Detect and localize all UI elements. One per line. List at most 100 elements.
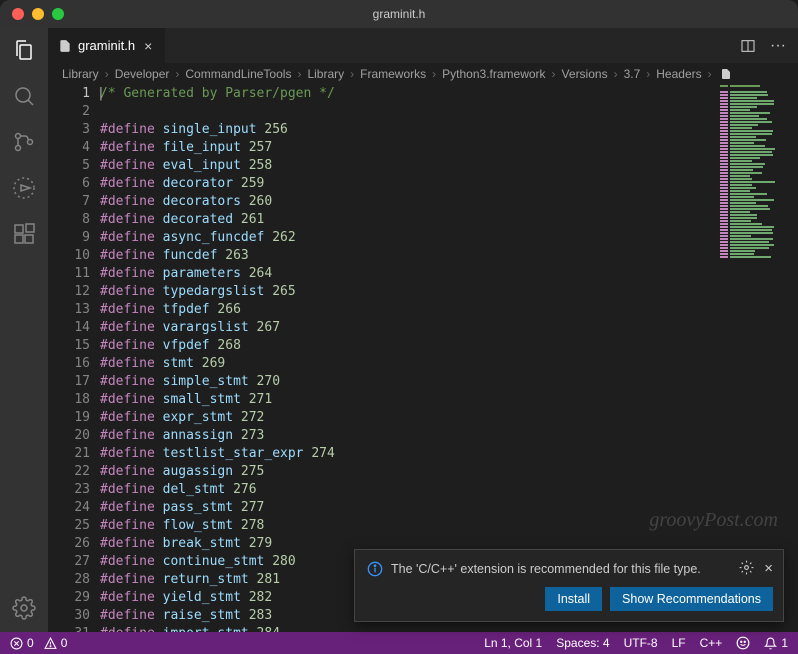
- code-line[interactable]: [100, 103, 798, 121]
- tab-filename: graminit.h: [78, 38, 135, 53]
- more-actions-icon[interactable]: ···: [770, 38, 786, 54]
- debug-icon[interactable]: [12, 176, 36, 200]
- code-line[interactable]: #define del_stmt 276: [100, 481, 798, 499]
- breadcrumb-segment[interactable]: Versions: [562, 67, 608, 81]
- breadcrumb-segment[interactable]: Developer: [115, 67, 170, 81]
- line-number: 25: [48, 517, 90, 535]
- code-line[interactable]: #define augassign 275: [100, 463, 798, 481]
- chevron-right-icon: ›: [105, 67, 109, 81]
- code-line[interactable]: #define import_stmt 284: [100, 625, 798, 632]
- close-tab-icon[interactable]: ×: [141, 38, 155, 54]
- code-line[interactable]: #define simple_stmt 270: [100, 373, 798, 391]
- status-language[interactable]: C++: [700, 636, 723, 650]
- minimap[interactable]: [718, 85, 798, 260]
- code-line[interactable]: #define flow_stmt 278: [100, 517, 798, 535]
- code-line[interactable]: #define vfpdef 268: [100, 337, 798, 355]
- status-cursor[interactable]: Ln 1, Col 1: [484, 636, 542, 650]
- breadcrumb-segment[interactable]: Headers: [656, 67, 701, 81]
- code-line[interactable]: #define stmt 269: [100, 355, 798, 373]
- chevron-right-icon: ›: [646, 67, 650, 81]
- code-line[interactable]: #define annassign 273: [100, 427, 798, 445]
- code-line[interactable]: #define typedargslist 265: [100, 283, 798, 301]
- line-number: 6: [48, 175, 90, 193]
- code-line[interactable]: #define tfpdef 266: [100, 301, 798, 319]
- code-line[interactable]: #define single_input 256: [100, 121, 798, 139]
- line-number: 22: [48, 463, 90, 481]
- code-line[interactable]: #define parameters 264: [100, 265, 798, 283]
- window-controls: [0, 8, 64, 20]
- explorer-icon[interactable]: [12, 38, 36, 62]
- code-line[interactable]: #define decorated 261: [100, 211, 798, 229]
- tab-actions: ···: [740, 28, 798, 63]
- line-number: 29: [48, 589, 90, 607]
- line-number: 14: [48, 319, 90, 337]
- breadcrumb-segment[interactable]: Python3.framework: [442, 67, 545, 81]
- code-line[interactable]: #define decorators 260: [100, 193, 798, 211]
- notification-close-icon[interactable]: ×: [764, 560, 773, 577]
- code-line[interactable]: #define testlist_star_expr 274: [100, 445, 798, 463]
- line-number: 26: [48, 535, 90, 553]
- chevron-right-icon: ›: [614, 67, 618, 81]
- code-line[interactable]: #define funcdef 263: [100, 247, 798, 265]
- breadcrumb-segment[interactable]: CommandLineTools: [185, 67, 291, 81]
- line-number: 5: [48, 157, 90, 175]
- show-recommendations-button[interactable]: Show Recommendations: [610, 587, 773, 611]
- chevron-right-icon: ›: [552, 67, 556, 81]
- code-line[interactable]: /* Generated by Parser/pgen */: [100, 85, 798, 103]
- line-number: 31: [48, 625, 90, 632]
- line-number: 1: [48, 85, 90, 103]
- status-encoding[interactable]: UTF-8: [624, 636, 658, 650]
- activity-bar: [0, 28, 48, 632]
- line-number: 17: [48, 373, 90, 391]
- code-line[interactable]: #define varargslist 267: [100, 319, 798, 337]
- install-button[interactable]: Install: [545, 587, 602, 611]
- line-number: 20: [48, 427, 90, 445]
- code-line[interactable]: #define eval_input 258: [100, 157, 798, 175]
- minimize-window-button[interactable]: [32, 8, 44, 20]
- line-number: 9: [48, 229, 90, 247]
- breadcrumb: Library › Developer › CommandLineTools › Libra…: [48, 63, 798, 85]
- line-number: 27: [48, 553, 90, 571]
- info-icon: [367, 561, 383, 577]
- line-gutter: 1234567891011121314151617181920212223242…: [48, 85, 100, 632]
- breadcrumb-segment[interactable]: 3.7: [624, 67, 641, 81]
- line-number: 23: [48, 481, 90, 499]
- window-title: graminit.h: [373, 7, 426, 21]
- line-number: 21: [48, 445, 90, 463]
- status-spaces[interactable]: Spaces: 4: [556, 636, 609, 650]
- tab-graminit[interactable]: graminit.h ×: [48, 28, 166, 63]
- settings-gear-icon[interactable]: [12, 596, 36, 620]
- code-line[interactable]: #define expr_stmt 272: [100, 409, 798, 427]
- status-eol[interactable]: LF: [672, 636, 686, 650]
- status-notifications-icon[interactable]: 1: [764, 636, 788, 650]
- search-icon[interactable]: [12, 84, 36, 108]
- code-line[interactable]: #define small_stmt 271: [100, 391, 798, 409]
- status-feedback-icon[interactable]: [736, 636, 750, 650]
- line-number: 15: [48, 337, 90, 355]
- code-line[interactable]: #define decorator 259: [100, 175, 798, 193]
- line-number: 7: [48, 193, 90, 211]
- breadcrumb-segment[interactable]: Library: [307, 67, 344, 81]
- code-line[interactable]: #define pass_stmt 277: [100, 499, 798, 517]
- source-control-icon[interactable]: [12, 130, 36, 154]
- breadcrumb-segment[interactable]: Frameworks: [360, 67, 426, 81]
- line-number: 19: [48, 409, 90, 427]
- code-line[interactable]: #define file_input 257: [100, 139, 798, 157]
- line-number: 10: [48, 247, 90, 265]
- line-number: 2: [48, 103, 90, 121]
- extension-notification: The 'C/C++' extension is recommended for…: [354, 549, 784, 622]
- maximize-window-button[interactable]: [52, 8, 64, 20]
- close-window-button[interactable]: [12, 8, 24, 20]
- code-line[interactable]: #define async_funcdef 262: [100, 229, 798, 247]
- status-errors[interactable]: 0: [10, 636, 34, 650]
- line-number: 12: [48, 283, 90, 301]
- extensions-icon[interactable]: [12, 222, 36, 246]
- breadcrumb-segment[interactable]: Library: [62, 67, 99, 81]
- notification-gear-icon[interactable]: [739, 560, 754, 577]
- chevron-right-icon: ›: [432, 67, 436, 81]
- notification-message: The 'C/C++' extension is recommended for…: [391, 562, 731, 576]
- split-editor-icon[interactable]: [740, 38, 756, 54]
- status-warnings[interactable]: 0: [44, 636, 68, 650]
- chevron-right-icon: ›: [350, 67, 354, 81]
- line-number: 8: [48, 211, 90, 229]
